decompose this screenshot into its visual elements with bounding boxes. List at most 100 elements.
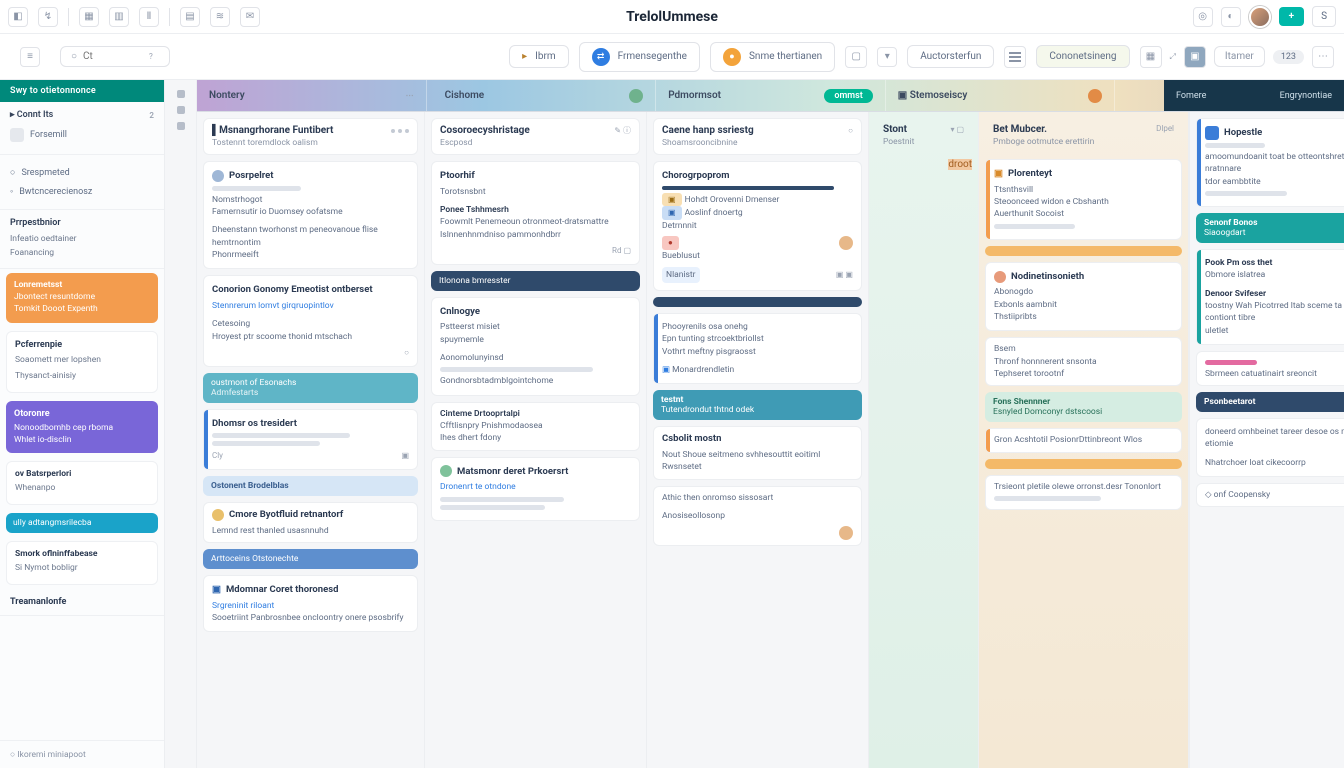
sidebar-pill[interactable]: ully adtangmsrilecba bbox=[6, 513, 158, 533]
section-band[interactable]: testntTutendrondut thtnd odek bbox=[653, 390, 862, 420]
sidebar-card[interactable]: Smork oflninffabease Si Nymot bobligr bbox=[6, 541, 158, 585]
tab-people[interactable]: ⇄Frmensegenthe bbox=[579, 42, 700, 72]
section-band[interactable]: Itlonona bmresster bbox=[431, 271, 640, 291]
card[interactable]: Bsem Thronf honnnerent snsonta Tephseret… bbox=[985, 337, 1182, 386]
card[interactable]: Hopestle amoomundoanit toat be otteontsh… bbox=[1196, 118, 1344, 207]
avatar-icon bbox=[839, 526, 853, 540]
rail-icon[interactable] bbox=[177, 122, 185, 130]
section-band[interactable]: Psonbeetarot bbox=[1196, 392, 1344, 412]
card[interactable]: ◇ onf Coopensky bbox=[1196, 483, 1344, 507]
sidebar-footer: ○ Ikoremi miniapoot bbox=[0, 740, 164, 768]
card[interactable]: Pook Pm oss thet Obmore islatrea Denoor … bbox=[1196, 249, 1344, 345]
card[interactable]: Ptoorhif Torotsnsbnt Ponee Tshhmesrh Foo… bbox=[431, 161, 640, 265]
card[interactable]: Conorion Gonomy Emeotist ontberset Stenn… bbox=[203, 275, 418, 366]
card[interactable]: Athic then onromso sissosart Anosiseollo… bbox=[653, 486, 862, 547]
card[interactable]: Matsmonr deret Prkoersrt Dronenrt te otn… bbox=[431, 457, 640, 521]
card[interactable]: Chorogrpoprom ▣Hohdt Orovenni Dmenser ▣A… bbox=[653, 161, 862, 291]
chevron-down-icon[interactable]: ▾ bbox=[877, 47, 897, 67]
card[interactable]: Cmore Byotfluid retnantorf Lemnd rest th… bbox=[203, 502, 418, 543]
back-icon[interactable]: ◧ bbox=[8, 7, 28, 27]
tab-automation[interactable]: Auctorsterfun bbox=[907, 45, 994, 68]
section-band[interactable]: Senonf BonosSiaoogdart bbox=[1196, 213, 1344, 243]
section-band[interactable]: Fons ShennnerEsnyled Domconyr dstscoosi bbox=[985, 392, 1182, 422]
more-icon[interactable]: ⋯ bbox=[1312, 46, 1334, 68]
tag[interactable]: droot bbox=[948, 159, 972, 170]
divider bbox=[985, 459, 1182, 469]
view-icon-1[interactable]: ▢ bbox=[845, 46, 867, 68]
card[interactable]: Csbolit mostn Nout Shoue seitmeno svhhes… bbox=[653, 426, 862, 479]
section-band[interactable]: Arttoceins Otstonechte bbox=[203, 549, 418, 569]
filter-button[interactable]: Itamer bbox=[1214, 46, 1265, 67]
sidebar-item[interactable]: ○Srespmeted bbox=[10, 163, 154, 182]
divider bbox=[653, 297, 862, 307]
card[interactable]: Gron Acshtotil PosionrDttinbreont Wlos bbox=[985, 428, 1182, 452]
app-title: TrelolUmmese bbox=[626, 9, 718, 25]
kanban-icon[interactable]: ▥ bbox=[109, 7, 129, 27]
avatar[interactable] bbox=[1249, 6, 1271, 28]
avatar-icon bbox=[839, 236, 853, 250]
sidebar-card[interactable]: ov Batsrperlori Whenanpo bbox=[6, 461, 158, 505]
settings-icon[interactable]: ▦ bbox=[1140, 46, 1162, 68]
search-field[interactable] bbox=[83, 51, 143, 62]
list-icon[interactable]: Ⅱ bbox=[139, 7, 159, 27]
lane-tab[interactable]: Pdmormsotommst bbox=[656, 80, 886, 111]
sidebar-link[interactable]: Foanancing bbox=[10, 246, 154, 260]
lane-tab-dark[interactable]: FomereEngrynontiae bbox=[1164, 80, 1344, 111]
help-button[interactable]: S bbox=[1312, 6, 1336, 27]
card[interactable]: Posrpelret Nomstrhogot Famernsutir io Du… bbox=[203, 161, 418, 269]
sidebar-link[interactable]: Infeatio oedtainer bbox=[10, 232, 154, 246]
column-header[interactable]: Bet Mubcer.Pmboge ootmutce erettirin Dlp… bbox=[985, 118, 1182, 153]
tab-calendar[interactable]: Cononetsineng bbox=[1036, 45, 1129, 68]
lane-tab[interactable]: Nontery⋯ bbox=[197, 80, 427, 111]
section-band[interactable]: oustmont of EsonachsAdmfestarts bbox=[203, 373, 418, 403]
tab-status[interactable]: ●Snme thertianen bbox=[710, 42, 835, 72]
sidebar-item[interactable]: ◦Bwtcncerecienosz bbox=[10, 182, 154, 201]
card[interactable]: Cnlnogye Pstteerst misiet spuymemle Aono… bbox=[431, 297, 640, 396]
forward-icon[interactable]: ↯ bbox=[38, 7, 58, 27]
section-band[interactable]: Ostonent Brodelblas bbox=[203, 476, 418, 496]
calendar-icon[interactable]: ▤ bbox=[180, 7, 200, 27]
card[interactable]: ▣Plorenteyt Ttsnthsvill Steoonceed widon… bbox=[985, 159, 1182, 240]
column-header[interactable]: Caene hanp ssriestg○ Shoamsrooncibnine bbox=[653, 118, 862, 155]
sidebar-card[interactable]: Pcferrenpie Soaomett mer lopshen Thysanc… bbox=[6, 331, 158, 393]
bars-icon[interactable] bbox=[1004, 46, 1026, 68]
search-icon: ○ bbox=[71, 51, 77, 62]
rail-icon[interactable] bbox=[177, 106, 185, 114]
share-icon[interactable]: ▣ bbox=[1184, 46, 1206, 68]
column-header[interactable]: Stont▾ ▢ Poestnit bbox=[875, 118, 972, 153]
search-input[interactable]: ○ ? bbox=[60, 46, 170, 67]
titlebar: ◧ ↯ ▦ ▥ Ⅱ ▤ ≋ ✉ TrelolUmmese ◎ ◐ + S bbox=[0, 0, 1344, 34]
card[interactable]: Dhomsr os tresidert Cly▣ bbox=[203, 409, 418, 470]
card[interactable]: ▣Mdomnar Coret thoronesd Srgreninit rilo… bbox=[203, 575, 418, 632]
tab-board[interactable]: ▸Ibrm bbox=[509, 45, 569, 68]
column: Cosoroecyshristage✎ ⓘ Escposd Ptoorhif T… bbox=[425, 112, 647, 768]
grid-icon[interactable]: ▦ bbox=[79, 7, 99, 27]
card[interactable]: Trsieont pletile olewe orronst.desr Tono… bbox=[985, 475, 1182, 510]
lane-tab[interactable]: Cishome bbox=[427, 80, 657, 111]
lane-tab[interactable]: ▣ Stemoseiscy bbox=[886, 80, 1116, 111]
column-header[interactable]: ▌Msnangrhorane Funtibert Tostennt toremd… bbox=[203, 118, 418, 155]
rail bbox=[165, 80, 197, 768]
notify-icon[interactable]: ◐ bbox=[1221, 7, 1241, 27]
card[interactable]: doneerd omhbeinet tareer desoe os ne eti… bbox=[1196, 418, 1344, 477]
rail-icon[interactable] bbox=[177, 90, 185, 98]
chat-icon[interactable]: ✉ bbox=[240, 7, 260, 27]
card[interactable]: Cinteme Drtooprtalpi Cfftlisnpry Pnishmo… bbox=[431, 402, 640, 451]
divider bbox=[985, 246, 1182, 256]
view-count: 123 bbox=[1273, 50, 1304, 64]
menu-icon[interactable]: ≡ bbox=[20, 47, 40, 67]
zoom-icon[interactable]: ⤢ bbox=[1170, 52, 1176, 62]
column-header[interactable]: Cosoroecyshristage✎ ⓘ Escposd bbox=[431, 118, 640, 155]
create-button[interactable]: + bbox=[1279, 7, 1305, 26]
card[interactable]: Nodinetinsonieth Abonogdo Exbonls aambni… bbox=[985, 262, 1182, 332]
sidebar-card-purple[interactable]: Otoronre Nonoodbomhb cep rboma Whlet io-… bbox=[6, 401, 158, 453]
sidebar-banner: Swy to otietonnonce bbox=[0, 80, 164, 102]
column: Stont▾ ▢ Poestnit droot bbox=[869, 112, 979, 768]
sidebar: Swy to otietonnonce ▸ Connt Its2 Forsemi… bbox=[0, 80, 165, 768]
sidebar-card-orange[interactable]: Lonremetsst Jbontect resuntdome Tomkit D… bbox=[6, 273, 158, 323]
timeline-icon[interactable]: ≋ bbox=[210, 7, 230, 27]
card[interactable]: Sbrmeen catuatinairt sreoncit bbox=[1196, 351, 1344, 386]
globe-icon[interactable]: ◎ bbox=[1193, 7, 1213, 27]
card[interactable]: Phooyrenils osa onehg Epn tunting strcoe… bbox=[653, 313, 862, 384]
sidebar-item[interactable]: Forsemill bbox=[10, 124, 154, 146]
